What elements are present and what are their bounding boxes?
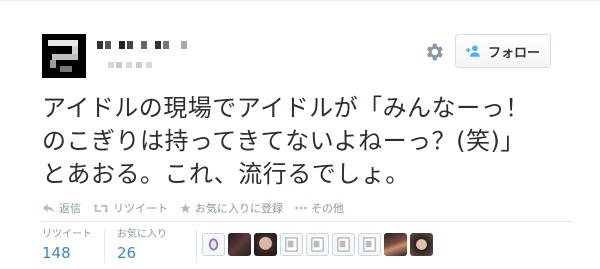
user-avatar[interactable]: [228, 233, 251, 256]
retweet-button[interactable]: リツイート: [93, 200, 168, 216]
tweet-text-line-3: とあおる。これ、流行るでしょ。: [42, 160, 410, 188]
retweet-label: リツイート: [113, 202, 168, 215]
more-label: その他: [311, 202, 344, 215]
gear-icon[interactable]: [423, 41, 445, 63]
more-icon: [295, 206, 307, 210]
user-avatar[interactable]: [280, 233, 303, 256]
favorite-stat-label: お気に入り: [117, 229, 167, 240]
user-avatar[interactable]: [358, 233, 381, 256]
retweet-count: 148: [42, 244, 71, 262]
more-button[interactable]: その他: [295, 200, 344, 216]
favorite-count: 26: [117, 244, 137, 262]
tweet-text-line-2: のこぎりは持ってきてないよねーっ？(笑)」: [42, 127, 525, 155]
reply-label: 返信: [59, 202, 81, 215]
tweet-actions: 返信 リツイート お気に入りに登録 その他: [42, 200, 356, 216]
favorite-label: お気に入りに登録: [195, 202, 283, 215]
follow-button[interactable]: フォロー: [455, 34, 551, 68]
display-name[interactable]: [97, 41, 192, 51]
person-add-icon: [465, 44, 482, 58]
avatar[interactable]: [42, 34, 86, 78]
follow-label: フォロー: [487, 45, 540, 61]
favorite-stat[interactable]: お気に入り 26: [117, 229, 167, 262]
retweet-stat-label: リツイート: [42, 229, 92, 240]
reply-icon: [42, 203, 55, 214]
stat-divider: [196, 229, 197, 263]
user-avatar[interactable]: [254, 233, 277, 256]
tweet-text: アイドルの現場でアイドルが「みんなーっ！ のこぎりは持ってきてないよねーっ？(笑…: [42, 92, 587, 191]
star-icon: [180, 202, 191, 214]
user-avatar[interactable]: [202, 233, 225, 256]
favorite-button[interactable]: お気に入りに登録: [180, 200, 283, 216]
tweet-card: フォロー アイドルの現場でアイドルが「みんなーっ！ のこぎりは持ってきてないよね…: [0, 0, 600, 269]
user-avatar[interactable]: [306, 233, 329, 256]
retweet-stat[interactable]: リツイート 148: [42, 229, 92, 262]
user-avatar[interactable]: [410, 233, 433, 256]
retweet-icon: [93, 203, 109, 214]
user-handle[interactable]: [108, 62, 156, 69]
user-avatar[interactable]: [384, 233, 407, 256]
divider: [42, 221, 572, 222]
favoriters-avatars: [202, 233, 433, 257]
stat-divider: [104, 229, 105, 263]
user-avatar[interactable]: [332, 233, 355, 256]
reply-button[interactable]: 返信: [42, 200, 81, 216]
tweet-text-line-1: アイドルの現場でアイドルが「みんなーっ！: [42, 94, 530, 122]
